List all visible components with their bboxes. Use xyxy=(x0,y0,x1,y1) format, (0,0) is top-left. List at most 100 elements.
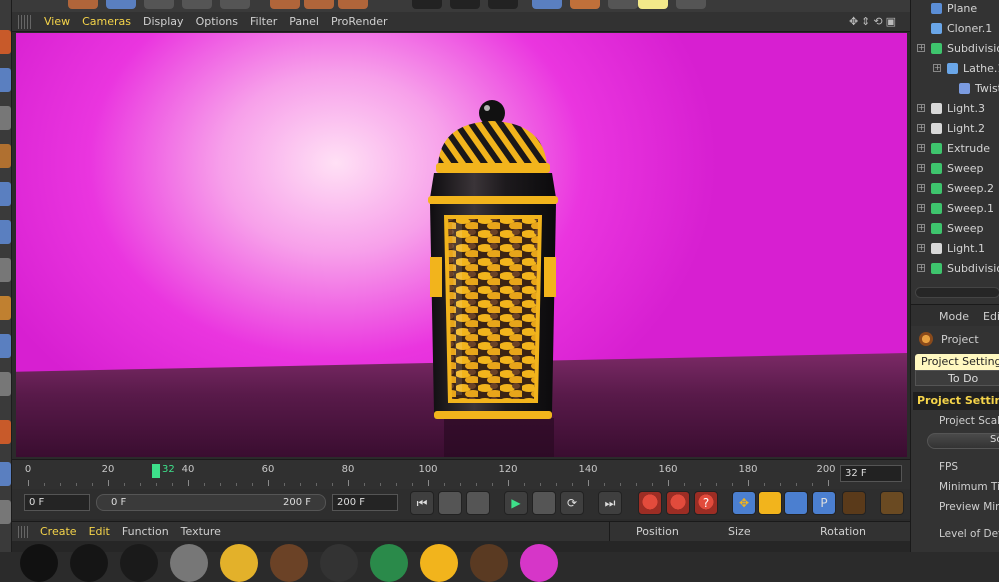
tab-project-settings[interactable]: Project Settings xyxy=(915,354,999,370)
toolbar-button[interactable] xyxy=(488,0,518,9)
dolly-view-icon[interactable]: ⇕ xyxy=(861,15,870,28)
object-item[interactable]: Sweep.2 xyxy=(911,178,999,198)
toggle-view-icon[interactable]: ▣ xyxy=(886,15,896,28)
material-swatch[interactable] xyxy=(420,544,458,582)
toolbar-button[interactable] xyxy=(144,0,174,9)
playhead[interactable] xyxy=(152,464,160,478)
loop-button[interactable]: ⟳ xyxy=(560,491,584,515)
material-swatch[interactable] xyxy=(320,544,358,582)
object-item[interactable]: Twist xyxy=(911,78,999,98)
goto-start-button[interactable]: ⏮ xyxy=(410,491,434,515)
object-item[interactable]: Lathe.1 xyxy=(911,58,999,78)
tool-icon-2[interactable] xyxy=(0,68,11,92)
tool-icon-13[interactable] xyxy=(0,500,11,524)
toolbar-button[interactable] xyxy=(106,0,136,9)
tool-icon-4[interactable] xyxy=(0,144,11,168)
toolbar-button[interactable] xyxy=(570,0,600,9)
menu-function[interactable]: Function xyxy=(116,525,175,538)
tick-mark xyxy=(236,483,237,486)
object-item[interactable]: Sweep.1 xyxy=(911,198,999,218)
object-item[interactable]: Light.3 xyxy=(911,98,999,118)
object-item[interactable]: Extrude xyxy=(911,138,999,158)
material-swatch[interactable] xyxy=(20,544,58,582)
start-frame-field[interactable]: 0 F xyxy=(24,494,90,511)
toolbar-button[interactable] xyxy=(676,0,706,9)
toolbar-button[interactable] xyxy=(304,0,334,9)
tab-edit[interactable]: Edi xyxy=(983,310,999,323)
film-icon[interactable] xyxy=(880,491,904,515)
play-button[interactable]: ▶ xyxy=(504,491,528,515)
keyframe-selection-button[interactable]: ? xyxy=(694,491,718,515)
scale-project-button[interactable]: Sc xyxy=(927,433,999,449)
tool-icon-10[interactable] xyxy=(0,372,11,396)
toolbar-button[interactable] xyxy=(220,0,250,9)
menu-cameras[interactable]: Cameras xyxy=(76,15,137,28)
toolbar-button[interactable] xyxy=(338,0,368,9)
pla-key-button[interactable] xyxy=(842,491,866,515)
prev-frame-button[interactable] xyxy=(466,491,490,515)
object-item[interactable]: Plane xyxy=(911,0,999,18)
toolbar-button[interactable] xyxy=(68,0,98,9)
record-button[interactable] xyxy=(638,491,662,515)
menu-create[interactable]: Create xyxy=(34,525,83,538)
object-item[interactable]: Light.1 xyxy=(911,238,999,258)
toolbar-button[interactable] xyxy=(450,0,480,9)
object-item[interactable]: Subdivisio xyxy=(911,38,999,58)
goto-end-button[interactable]: ⏭ xyxy=(598,491,622,515)
material-swatch[interactable] xyxy=(220,544,258,582)
tool-icon-1[interactable] xyxy=(0,30,11,54)
material-swatch[interactable] xyxy=(470,544,508,582)
object-item[interactable]: Cloner.1 xyxy=(911,18,999,38)
tool-icon-11[interactable] xyxy=(0,420,11,444)
tab-mode[interactable]: Mode xyxy=(939,310,969,323)
tool-icon-6[interactable] xyxy=(0,220,11,244)
material-swatch[interactable] xyxy=(270,544,308,582)
tool-icon-7[interactable] xyxy=(0,258,11,282)
menu-prorender[interactable]: ProRender xyxy=(325,15,394,28)
menu-panel[interactable]: Panel xyxy=(283,15,325,28)
menu-view[interactable]: View xyxy=(38,15,76,28)
menu-filter[interactable]: Filter xyxy=(244,15,283,28)
3d-viewport[interactable] xyxy=(16,33,907,457)
tool-icon-5[interactable] xyxy=(0,182,11,206)
tool-icon-12[interactable] xyxy=(0,462,11,486)
material-swatch[interactable] xyxy=(520,544,558,582)
toolbar-button[interactable] xyxy=(182,0,212,9)
param-key-button[interactable]: P xyxy=(812,491,836,515)
object-item[interactable]: Sweep xyxy=(911,158,999,178)
frame-ruler[interactable]: 0 20 40 60 80 100 120 140 160 180 200 32 xyxy=(25,462,836,486)
menu-texture[interactable]: Texture xyxy=(175,525,227,538)
scale-key-button[interactable] xyxy=(758,491,782,515)
timeline-ruler[interactable]: 0 20 40 60 80 100 120 140 160 180 200 32… xyxy=(12,459,910,489)
tool-icon-8[interactable] xyxy=(0,296,11,320)
material-swatch[interactable] xyxy=(120,544,158,582)
next-frame-button[interactable] xyxy=(532,491,556,515)
current-frame-field[interactable]: 32 F xyxy=(840,465,902,482)
toolbar-button[interactable] xyxy=(638,0,668,9)
material-swatch[interactable] xyxy=(70,544,108,582)
range-slider[interactable]: 0 F 200 F xyxy=(96,494,326,511)
object-item[interactable]: Sweep xyxy=(911,218,999,238)
rotate-view-icon[interactable]: ⟲ xyxy=(873,15,882,28)
tab-todo[interactable]: To Do xyxy=(915,370,999,386)
end-frame-field[interactable]: 200 F xyxy=(332,494,398,511)
tool-icon-9[interactable] xyxy=(0,334,11,358)
object-item[interactable]: Light.2 xyxy=(911,118,999,138)
material-swatch[interactable] xyxy=(170,544,208,582)
move-key-button[interactable]: ✥ xyxy=(732,491,756,515)
menu-edit[interactable]: Edit xyxy=(83,525,116,538)
material-swatch[interactable] xyxy=(370,544,408,582)
toolbar-button[interactable] xyxy=(532,0,562,9)
object-manager-scrollbar[interactable] xyxy=(915,287,999,298)
tool-icon-3[interactable] xyxy=(0,106,11,130)
rotate-key-button[interactable] xyxy=(784,491,808,515)
prev-key-button[interactable] xyxy=(438,491,462,515)
toolbar-button[interactable] xyxy=(608,0,638,9)
object-item[interactable]: Subdivisio xyxy=(911,258,999,278)
menu-options[interactable]: Options xyxy=(190,15,244,28)
toolbar-button[interactable] xyxy=(270,0,300,9)
menu-display[interactable]: Display xyxy=(137,15,190,28)
move-view-icon[interactable]: ✥ xyxy=(849,15,858,28)
toolbar-button[interactable] xyxy=(412,0,442,9)
autokey-button[interactable] xyxy=(666,491,690,515)
